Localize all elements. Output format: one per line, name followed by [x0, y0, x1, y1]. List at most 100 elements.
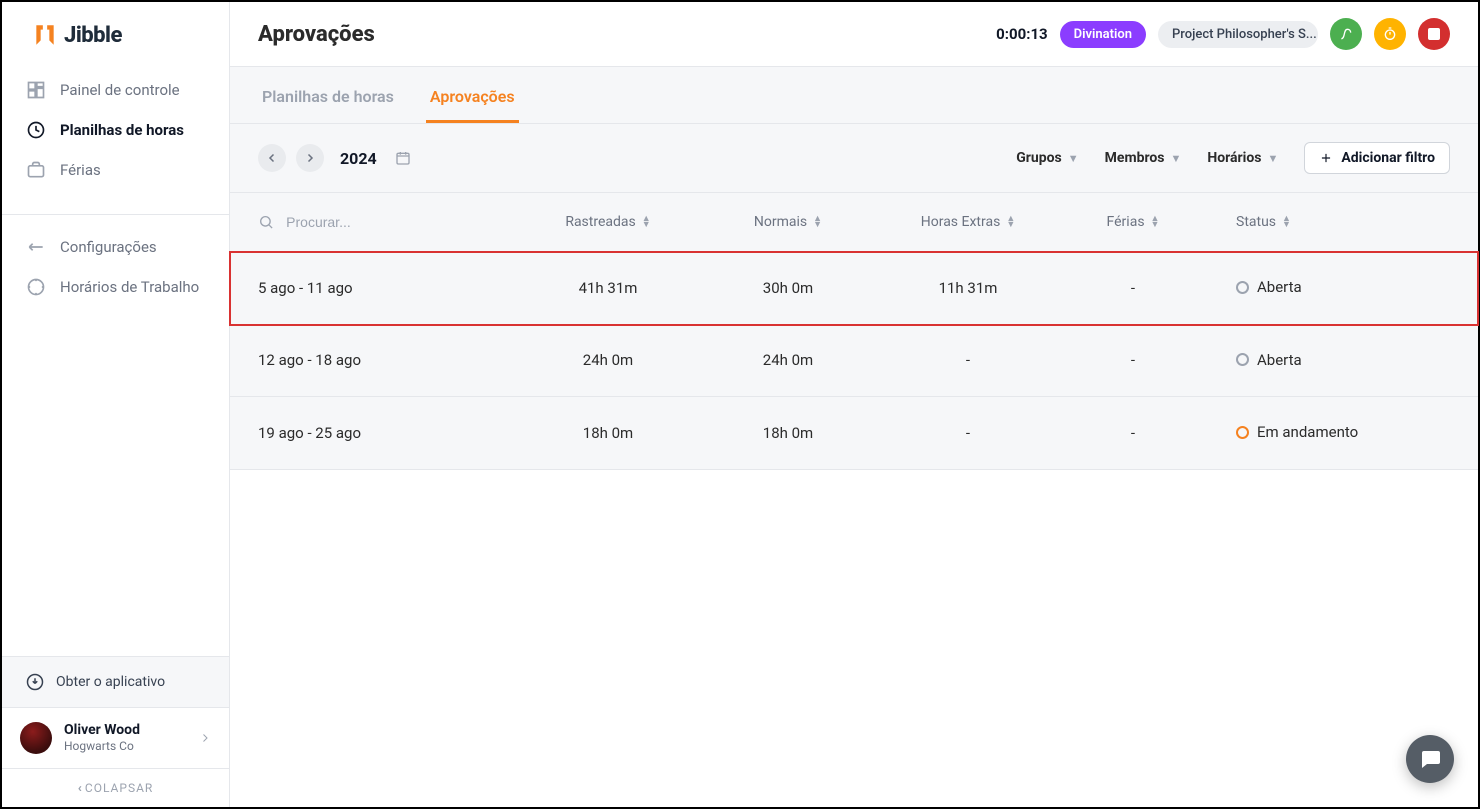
- table-row[interactable]: 19 ago - 25 ago 18h 0m 18h 0m - - Em and…: [230, 397, 1478, 470]
- stop-icon: [1428, 28, 1440, 40]
- sort-icon[interactable]: ▲▼: [1282, 216, 1291, 228]
- filter-bar: 2024 Grupos ▼ Membros ▼ Horários ▼ Adici…: [230, 124, 1478, 193]
- cell-tracked: 41h 31m: [518, 279, 698, 297]
- cell-vacation: -: [1058, 424, 1208, 442]
- calendar-icon[interactable]: [395, 150, 411, 166]
- sort-icon[interactable]: ▲▼: [813, 216, 822, 228]
- schedule-icon: [26, 277, 46, 297]
- tab-approvals[interactable]: Aprovações: [426, 67, 519, 123]
- stop-button[interactable]: [1418, 18, 1450, 50]
- sort-icon[interactable]: ▲▼: [1006, 216, 1015, 228]
- th-vacation: Férias ▲▼: [1058, 214, 1208, 230]
- sort-icon[interactable]: ▲▼: [1151, 216, 1160, 228]
- search-icon: [258, 213, 274, 231]
- clock-icon: [26, 120, 46, 140]
- status-label: Aberta: [1257, 351, 1302, 369]
- filter-members[interactable]: Membros ▼: [1105, 150, 1182, 166]
- filter-schedules[interactable]: Horários ▼: [1207, 150, 1278, 166]
- nav-primary: Painel de controle Planilhas de horas Fé…: [2, 58, 229, 202]
- topbar: Aprovações 0:00:13 Divination Project Ph…: [230, 2, 1478, 67]
- cell-overtime: 11h 31m: [878, 279, 1058, 297]
- table-body: 5 ago - 11 ago 41h 31m 30h 0m 11h 31m - …: [230, 252, 1478, 470]
- filter-label: Grupos: [1016, 150, 1061, 166]
- cell-normal: 18h 0m: [698, 424, 878, 442]
- logo-icon: [32, 22, 58, 48]
- chat-widget[interactable]: [1406, 735, 1454, 783]
- table-row[interactable]: 12 ago - 18 ago 24h 0m 24h 0m - - Aberta: [230, 325, 1478, 398]
- page-title: Aprovações: [258, 22, 375, 47]
- download-icon: [26, 673, 44, 691]
- main: Aprovações 0:00:13 Divination Project Ph…: [230, 2, 1478, 807]
- cell-status: Aberta: [1208, 351, 1450, 371]
- sidebar-item-schedules[interactable]: Horários de Trabalho: [2, 267, 229, 307]
- th-tracked: Rastreadas ▲▼: [518, 214, 698, 230]
- th-status: Status ▲▼: [1208, 214, 1450, 230]
- status-label: Aberta: [1257, 278, 1302, 296]
- cell-period: 12 ago - 18 ago: [258, 351, 518, 369]
- nav-separator: [2, 214, 229, 215]
- nav-secondary: Configurações Horários de Trabalho: [2, 227, 229, 319]
- th-label: Rastreadas: [565, 214, 635, 230]
- chevron-right-icon: [199, 732, 211, 744]
- th-overtime: Horas Extras ▲▼: [878, 214, 1058, 230]
- sidebar-item-vacation[interactable]: Férias: [2, 150, 229, 190]
- sidebar-item-timesheets[interactable]: Planilhas de horas: [2, 110, 229, 150]
- track-button-amber[interactable]: [1374, 18, 1406, 50]
- cell-period: 19 ago - 25 ago: [258, 424, 518, 442]
- cell-tracked: 24h 0m: [518, 351, 698, 369]
- sidebar-item-label: Painel de controle: [60, 81, 180, 99]
- logo[interactable]: Jibble: [2, 2, 229, 58]
- route-icon: [1338, 26, 1354, 42]
- status-label: Em andamento: [1257, 423, 1358, 441]
- cell-status: Aberta: [1208, 278, 1450, 298]
- project-pill-primary[interactable]: Divination: [1060, 21, 1146, 48]
- user-info: Oliver Wood Hogwarts Co: [64, 722, 140, 753]
- th-normal: Normais ▲▼: [698, 214, 878, 230]
- chevron-down-icon: ▼: [1068, 152, 1079, 165]
- chevron-down-icon: ▼: [1267, 152, 1278, 165]
- prev-year-button[interactable]: [258, 144, 286, 172]
- status-open-icon: [1236, 353, 1249, 366]
- tab-timesheets[interactable]: Planilhas de horas: [258, 67, 398, 123]
- cell-tracked: 18h 0m: [518, 424, 698, 442]
- get-app-label: Obter o aplicativo: [56, 674, 165, 690]
- project-pill-secondary[interactable]: Project Philosopher's S...: [1158, 21, 1318, 48]
- cell-overtime: -: [878, 351, 1058, 369]
- user-name: Oliver Wood: [64, 722, 140, 739]
- get-app-button[interactable]: Obter o aplicativo: [2, 656, 229, 708]
- sidebar-item-label: Configurações: [60, 238, 157, 256]
- timer-value: 0:00:13: [996, 25, 1047, 43]
- dashboard-icon: [26, 80, 46, 100]
- table-row[interactable]: 5 ago - 11 ago 41h 31m 30h 0m 11h 31m - …: [230, 252, 1478, 325]
- search-cell: [258, 213, 518, 231]
- collapse-button[interactable]: ‹‹ COLAPSAR: [2, 769, 229, 807]
- add-filter-button[interactable]: Adicionar filtro: [1304, 142, 1450, 174]
- logo-text: Jibble: [64, 23, 122, 48]
- search-input[interactable]: [284, 213, 518, 231]
- next-year-button[interactable]: [296, 144, 324, 172]
- user-card[interactable]: Oliver Wood Hogwarts Co: [2, 708, 229, 769]
- tabs: Planilhas de horas Aprovações: [230, 67, 1478, 124]
- sidebar-item-dashboard[interactable]: Painel de controle: [2, 70, 229, 110]
- th-label: Status: [1236, 214, 1276, 230]
- collapse-label: COLAPSAR: [85, 781, 153, 795]
- filter-groups[interactable]: Grupos ▼: [1016, 150, 1078, 166]
- filter-label: Membros: [1105, 150, 1165, 166]
- cell-normal: 24h 0m: [698, 351, 878, 369]
- cell-vacation: -: [1058, 351, 1208, 369]
- cell-status: Em andamento: [1208, 423, 1450, 443]
- sidebar-item-settings[interactable]: Configurações: [2, 227, 229, 267]
- sidebar-item-label: Férias: [60, 161, 101, 179]
- chevron-left-icon: [266, 152, 278, 164]
- track-button-green[interactable]: [1330, 18, 1362, 50]
- th-label: Normais: [754, 214, 807, 230]
- sidebar-item-label: Horários de Trabalho: [60, 278, 199, 296]
- cell-normal: 30h 0m: [698, 279, 878, 297]
- th-label: Férias: [1107, 214, 1145, 230]
- chat-icon: [1418, 747, 1442, 771]
- briefcase-icon: [26, 160, 46, 180]
- chevron-double-left-icon: ‹‹: [78, 781, 79, 795]
- sort-icon[interactable]: ▲▼: [642, 216, 651, 228]
- user-org: Hogwarts Co: [64, 739, 140, 753]
- status-open-icon: [1236, 281, 1249, 294]
